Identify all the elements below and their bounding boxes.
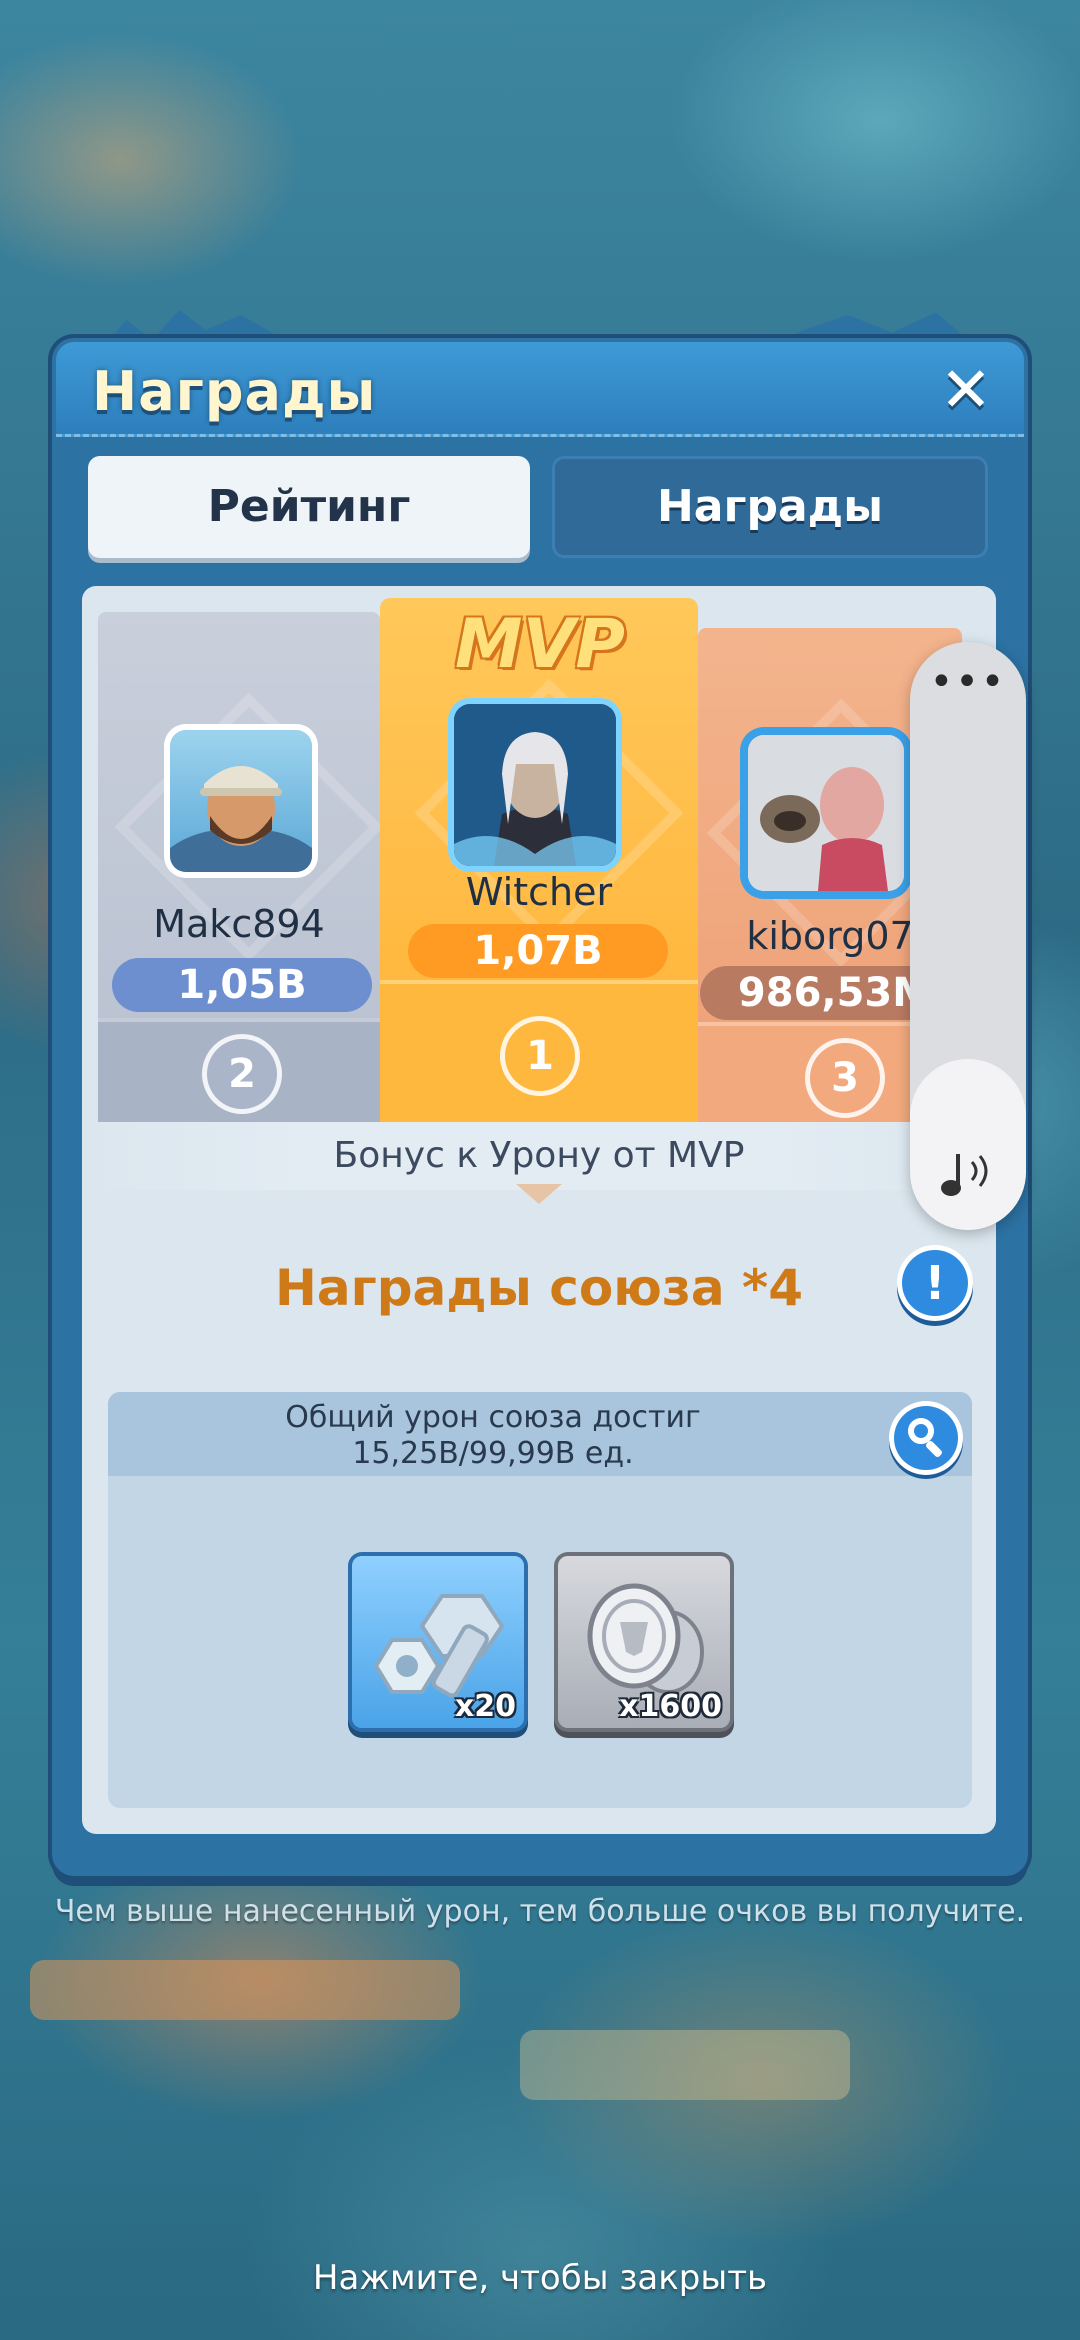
volume-panel[interactable]: ••• <box>910 642 1026 1230</box>
tab-rating[interactable]: Рейтинг <box>88 456 530 558</box>
rank-badge: 1 <box>500 1016 580 1096</box>
reward-quantity: x1600 <box>619 1689 722 1724</box>
music-note-icon <box>941 1154 988 1196</box>
damage-progress-label: Общий урон союза достиг <box>285 1400 701 1435</box>
background-banner <box>30 1960 460 2020</box>
player-score: 1,07B <box>408 924 668 978</box>
mvp-badge: MVP <box>454 605 626 684</box>
info-icon: ! <box>924 1256 946 1310</box>
tap-to-close-label[interactable]: Нажмите, чтобы закрыть <box>0 2258 1080 2298</box>
player-score: 1,05B <box>112 958 372 1012</box>
close-icon: ✕ <box>940 353 992 426</box>
background-banner <box>520 2030 850 2100</box>
dialog-title: Награды <box>92 360 377 423</box>
avatar[interactable] <box>748 735 904 891</box>
player-name: Witcher <box>465 870 613 914</box>
reward-item-bolts[interactable]: x20 <box>352 1556 524 1728</box>
hint-text: Чем выше нанесенный урон, тем больше очк… <box>54 1894 1026 1929</box>
avatar[interactable] <box>454 704 616 866</box>
tab-rewards[interactable]: Награды <box>552 456 988 558</box>
info-button[interactable]: ! <box>902 1250 968 1316</box>
avatar[interactable] <box>170 730 312 872</box>
player-name: Makc894 <box>153 902 325 946</box>
reward-quantity: x20 <box>454 1689 516 1724</box>
search-button[interactable] <box>894 1406 958 1470</box>
close-button[interactable]: ✕ <box>934 358 998 422</box>
alliance-rewards-title: Награды союза *4 <box>275 1259 803 1317</box>
rank-badge: 2 <box>202 1034 282 1114</box>
volume-slider[interactable] <box>910 1059 1026 1230</box>
reward-item-coins[interactable]: x1600 <box>558 1556 730 1728</box>
mvp-bonus-text: Бонус к Урону от MVP <box>333 1135 745 1176</box>
more-dots-icon[interactable]: ••• <box>910 662 1026 702</box>
damage-progress-value: 15,25B/99,99B ед. <box>352 1436 634 1471</box>
rank-badge: 3 <box>805 1038 885 1118</box>
